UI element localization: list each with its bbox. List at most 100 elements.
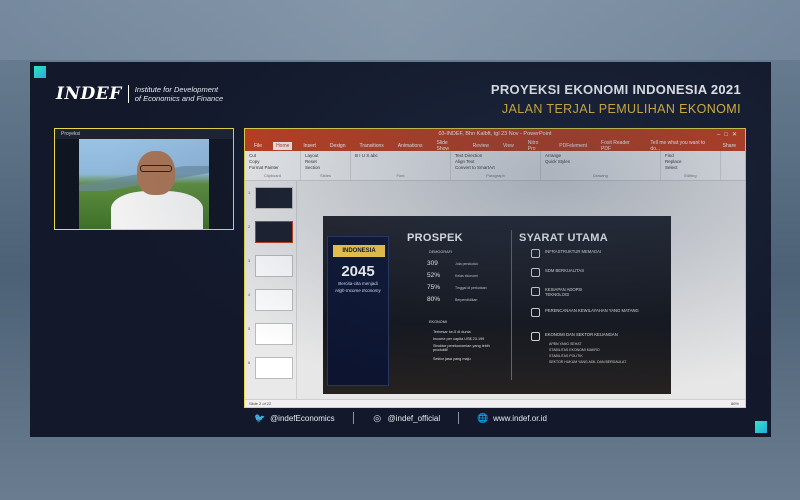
tab-review[interactable]: Review — [470, 142, 492, 150]
slide-divider — [511, 230, 512, 380]
stat-label: Tinggal di perkotaan — [455, 286, 487, 290]
econ-bullet: Terbesar ke-5 di dunia — [433, 330, 471, 334]
slide-thumbnail[interactable]: 5 — [248, 323, 293, 345]
current-slide[interactable]: INDONESIA 2045 Bercita-cita menjadi High… — [323, 216, 671, 394]
ribbon-group-clipboard: Cut Copy Format Painter Clipboard — [245, 151, 301, 180]
requirement-label: EKONOMI DAN SEKTOR KEUANGAN — [545, 332, 618, 337]
ribbon-group-label: Editing — [684, 173, 697, 178]
tab-insert[interactable]: Insert — [300, 142, 319, 150]
page-title: PROYEKSI EKONOMI INDONESIA 2021 — [490, 82, 741, 97]
website-url: www.indef.or.id — [493, 413, 547, 423]
slide-thumbnail-selected[interactable]: 2 — [248, 221, 293, 243]
window-controls[interactable]: –□✕ — [717, 131, 741, 138]
tab-home[interactable]: Home — [273, 142, 293, 150]
presentation-frame: INDEF Institute for Development of Econo… — [30, 62, 771, 437]
ribbon-group-label: Slides — [320, 173, 331, 178]
slide-thumbnail[interactable]: 1 — [248, 187, 293, 209]
speaker-head — [137, 151, 175, 195]
stat-label: Berpendidikan — [455, 298, 478, 302]
ribbon-group-label: Paragraph — [486, 173, 505, 178]
ribbon-format-painter[interactable]: Format Painter — [249, 165, 296, 171]
webcam-letterbox-right — [209, 139, 233, 229]
logo-word: INDEF — [56, 84, 122, 104]
year-2045: 2045 — [341, 263, 375, 280]
logo-description: Institute for Development of Economics a… — [135, 85, 223, 103]
indef-logo: INDEF Institute for Development of Econo… — [56, 84, 223, 104]
indonesia-label: INDONESIA — [333, 245, 385, 257]
ribbon-tabs: File Home Insert Design Transitions Anim… — [245, 140, 745, 152]
tab-pdfelement[interactable]: PDFelement — [556, 142, 590, 150]
website-link[interactable]: 🌐 www.indef.or.id — [477, 413, 547, 424]
ribbon-group-label: Font — [396, 173, 405, 178]
finance-icon — [531, 332, 540, 341]
econ-bullet: Sektor jasa yang maju — [433, 357, 471, 361]
stat-label: Juta penduduk — [455, 262, 478, 266]
logo-desc-line2: of Economics and Finance — [134, 94, 224, 103]
tab-file[interactable]: File — [251, 142, 265, 150]
speaker-glasses — [140, 165, 172, 172]
map-icon — [531, 308, 540, 317]
slide-counter: Slide 2 of 22 — [249, 401, 272, 406]
twitter-link[interactable]: 🐦 @indefEconomics — [254, 413, 335, 424]
social-links: 🐦 @indefEconomics ◎ @indef_official 🌐 ww… — [30, 412, 771, 424]
requirement-bullet: SEKTOR HUKUM YANG ADIL DAN BERDAULAT — [549, 360, 627, 364]
instagram-icon: ◎ — [373, 412, 382, 423]
ppt-doc-title: 03-INDEF, Bhn Kalbft, tgl 23 Nov - Power… — [438, 131, 552, 137]
instagram-link[interactable]: ◎ @indef_official — [372, 413, 440, 424]
social-separator — [458, 412, 460, 424]
share-button[interactable]: Share — [720, 142, 739, 150]
slide-thumbnail[interactable]: 4 — [248, 289, 293, 311]
corner-accent — [755, 421, 767, 433]
stat-value: 52% — [427, 272, 441, 279]
webcam-topbar: Proyeksi — [55, 129, 233, 139]
ribbon-group-paragraph: Text Direction Align Text Convert to Sma… — [451, 151, 541, 180]
requirement-bullet: STABILITAS POLITIK — [549, 354, 583, 358]
ppt-statusbar: Slide 2 of 22 86% — [245, 399, 745, 407]
tab-view[interactable]: View — [500, 142, 517, 150]
ribbon-group-label: Drawing — [593, 173, 608, 178]
requirement-label: INFRASTRUKTUR MEMADAI — [545, 249, 602, 254]
network-icon — [531, 287, 540, 296]
requirement-label: KESIAPAN ADOPSI TEKNOLOGI — [545, 287, 583, 297]
zoom-level[interactable]: 86% — [731, 401, 739, 406]
requirement-label: PERENCANAAN KEWILAYAHAN YANG MATANG — [545, 308, 639, 313]
ribbon-select[interactable]: Select — [665, 165, 716, 171]
stat-value: 80% — [427, 296, 441, 303]
slide-thumbnail[interactable]: 6 — [248, 357, 293, 379]
prospek-title: PROSPEK — [407, 232, 463, 244]
vision-line2: High-Income Economy — [335, 288, 381, 293]
ribbon-group-editing: Find Replace Select Editing — [661, 151, 721, 180]
requirement-label: SDM BERKUALITAS — [545, 268, 585, 273]
ribbon-group-font: B I U S abc Font — [351, 151, 451, 180]
econ-bullet: Struktur perekonomian yang lebih produkt… — [433, 344, 490, 352]
social-separator — [352, 412, 354, 424]
twitter-handle: @indefEconomics — [270, 413, 335, 423]
slide-thumbnails: 1 2 3 4 5 6 — [245, 181, 297, 399]
tab-design[interactable]: Design — [327, 142, 349, 150]
stat-value: 75% — [427, 284, 441, 291]
webcam-letterbox-left — [55, 139, 79, 229]
tab-animations[interactable]: Animations — [395, 142, 426, 150]
infrastructure-icon — [531, 249, 540, 258]
corner-accent — [34, 66, 46, 78]
syarat-utama-title: SYARAT UTAMA — [519, 232, 608, 244]
ribbon-font-styles[interactable]: B I U S abc — [355, 153, 446, 159]
page-subtitle: JALAN TERJAL PEMULIHAN EKONOMI — [501, 102, 741, 116]
requirement-bullet: APBN YANG SEHAT — [549, 342, 582, 346]
stat-value: 309 — [427, 260, 438, 267]
ribbon-section[interactable]: Section — [305, 165, 346, 171]
webcam-video[interactable]: Proyeksi — [54, 128, 234, 230]
ribbon-quick-styles[interactable]: Quick Styles — [545, 159, 656, 165]
demografi-label: DEMOGRAFI — [429, 250, 452, 254]
slide-thumbnail[interactable]: 3 — [248, 255, 293, 277]
instagram-handle: @indef_official — [387, 413, 441, 423]
twitter-icon: 🐦 — [254, 412, 266, 423]
tab-transitions[interactable]: Transitions — [357, 142, 387, 150]
logo-desc-line1: Institute for Development — [134, 85, 219, 94]
globe-icon: 🌐 — [477, 412, 489, 423]
ribbon-home: Cut Copy Format Painter Clipboard Layout… — [245, 151, 745, 181]
stat-label: Kelas ekonomi — [455, 274, 478, 278]
ribbon-group-slides: Layout Reset Section Slides — [301, 151, 351, 180]
ribbon-smartart[interactable]: Convert to SmartArt — [455, 165, 536, 171]
requirement-bullet: STABILITAS EKONOMI MAKRO — [549, 348, 600, 352]
